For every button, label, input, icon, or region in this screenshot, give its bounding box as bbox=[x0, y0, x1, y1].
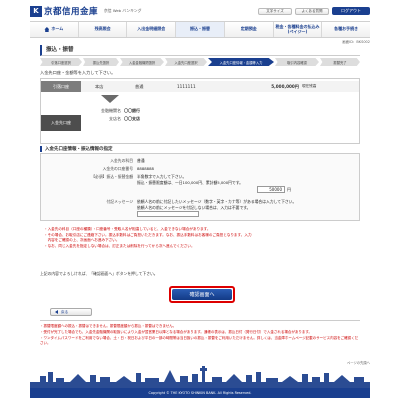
nav-item-label: ホーム bbox=[51, 26, 64, 32]
logout-button[interactable]: ログアウト bbox=[332, 7, 370, 15]
amount-key: 【必須】振込・振替金額 bbox=[91, 174, 133, 179]
caution-note: ・入金先の科目（口座の種類）・口座番号・受取人名が相違していると、入金できない場… bbox=[44, 227, 211, 231]
from-account-label: 引落口座 bbox=[41, 81, 81, 92]
caution-notes: ・入金先の科目（口座の種類）・口座番号・受取人名が相違していると、入金できない場… bbox=[44, 227, 360, 250]
from-balance: 5,000,000円 bbox=[271, 83, 299, 89]
account-number-row: 入金先の口座番号 8888888 bbox=[41, 166, 359, 172]
account-type-row: 入金先の科目 普通 bbox=[41, 158, 359, 164]
to-account-label: 入金先口座 bbox=[41, 115, 81, 131]
step-item: 振込先選択 bbox=[83, 58, 119, 66]
confirm-instruction: 上記の内容でよろしければ、「確認画面へ」ボタンを押して下さい。 bbox=[40, 271, 158, 276]
caution-note: ・なお、同じ入金先を指定しない場合は、訂正または削除を行ってから次へ進んでくださ… bbox=[44, 244, 195, 249]
branch-value: 〇〇支店 bbox=[124, 115, 140, 121]
bank-key: 金融機関名 bbox=[101, 108, 121, 113]
step-indicator: 引落口座選択 振込先選択 入金金融機関選択 入金先口座選択 入金先口座情報・金額… bbox=[40, 58, 360, 66]
amount-input[interactable]: 50000 bbox=[257, 186, 285, 194]
branch-key: 支店名 bbox=[109, 115, 121, 121]
bottom-note: ・振替限度額への振込・振替はできません。振替限度額から振込・振替はできません。 bbox=[40, 324, 177, 328]
from-type: 普通 bbox=[135, 83, 144, 89]
bottom-notes: ・振替限度額への振込・振替はできません。振替限度額から振込・振替はできません。 … bbox=[40, 320, 360, 347]
nav-item-payeasy[interactable]: 税金・各種料金の払込み (ペイジー) bbox=[274, 22, 323, 37]
confirm-button-label: 確認画面へ bbox=[172, 289, 232, 300]
page: K 京都信用金庫 京信 Web バンキング 文字サイズ よくある質問 ログアウト… bbox=[0, 0, 400, 406]
memo-row: 付記メッセージ 依頼人名の前に付記したいメッセージ（数字・英字・カナ等）がある場… bbox=[41, 199, 359, 219]
logo-subtitle: 京信 Web バンキング bbox=[104, 8, 142, 13]
memo-key: 付記メッセージ bbox=[106, 199, 133, 204]
step-item: 引落口座選択 bbox=[40, 58, 82, 66]
detail-form: 入金先の科目 普通 入金先の口座番号 8888888 【必須】振込・振替金額 半… bbox=[40, 153, 360, 221]
transfer-summary: 引落口座 本店 普通 1111111 5,000,000円 現在残高 入金先口座… bbox=[40, 78, 360, 144]
nav-item-transfer[interactable]: 振込・振替 bbox=[176, 22, 225, 37]
caution-note: 内容をご確認の上、次画面へお進み下さい。 bbox=[44, 238, 120, 243]
global-nav: ホーム 残高照会 入出金明細照会 振込・振替 定期預金 税金・各種料金の払込み … bbox=[30, 21, 370, 38]
amount-unit: 円 bbox=[287, 187, 291, 193]
account-number-key: 入金先の口座番号 bbox=[102, 166, 133, 171]
from-number: 1111111 bbox=[177, 84, 196, 89]
amount-row: 【必須】振込・振替金額 半角数字で入力して下さい。 振込・振替限度額は、一日10… bbox=[41, 174, 359, 194]
step-item-current: 入金先口座情報・金額等入力 bbox=[208, 58, 274, 66]
account-type-value: 普通 bbox=[137, 158, 145, 163]
step-item: 入金金融機関選択 bbox=[120, 58, 164, 66]
bottom-note: ・ワンタイムパスワードをご利用でない場合、土・日・祝日および平日の一部の時間帯は… bbox=[40, 335, 359, 345]
city-skyline-illustration bbox=[30, 366, 370, 388]
instruction-text: 入金先口座・金額等を入力して下さい。 bbox=[40, 70, 116, 75]
detail-section-title: 入金先口座情報・振込情報の指定 bbox=[40, 146, 360, 152]
home-icon bbox=[44, 27, 50, 32]
memo-input[interactable] bbox=[137, 211, 199, 218]
to-account-row: 入金先口座 金融機関名 〇〇銀行 支店名 〇〇支店 bbox=[41, 107, 359, 139]
nav-item-home[interactable]: ホーム bbox=[30, 22, 79, 37]
account-type-key: 入金先の科目 bbox=[110, 158, 133, 163]
page-title: 振込・振替 bbox=[40, 45, 360, 56]
amount-cell: 半角数字で入力して下さい。 振込・振替限度額は、一日100,000円、累計額5,… bbox=[137, 174, 359, 194]
bottom-note: ・受付が完了した場合でも、入金先金融機関の取扱いにより入金が翌営業日以降となる場… bbox=[40, 329, 313, 334]
arrow-down-icon bbox=[101, 95, 119, 103]
header-actions: 文字サイズ よくある質問 ログアウト bbox=[258, 7, 370, 15]
faq-button[interactable]: よくある質問 bbox=[295, 7, 329, 15]
font-size-button[interactable]: 文字サイズ bbox=[258, 7, 292, 15]
footer-copyright: Copyright © THE KYOTO SHINKIN BANK. All … bbox=[30, 388, 370, 398]
confirm-button[interactable]: 確認画面へ bbox=[169, 286, 235, 303]
back-button[interactable]: 戻る bbox=[50, 308, 92, 316]
nav-item-balance[interactable]: 残高照会 bbox=[79, 22, 128, 37]
memo-cell: 依頼人名の前に付記したいメッセージ（数字・英字・カナ等）がある場合は入力して下さ… bbox=[137, 199, 359, 219]
header: K 京都信用金庫 京信 Web バンキング 文字サイズ よくある質問 ログアウト bbox=[30, 4, 370, 18]
from-balance-note: 現在残高 bbox=[302, 84, 317, 88]
step-item: 振替完了 bbox=[320, 58, 360, 66]
logo-text[interactable]: 京都信用金庫 bbox=[44, 5, 98, 17]
bank-value: 〇〇銀行 bbox=[124, 108, 140, 113]
nav-item-deposit[interactable]: 定期預金 bbox=[225, 22, 274, 37]
logo-icon: K bbox=[30, 5, 42, 17]
nav-item-procedures[interactable]: 各種お手続き bbox=[322, 22, 370, 37]
to-account-info: 金融機関名 〇〇銀行 支店名 〇〇支店 bbox=[91, 107, 140, 139]
from-account-row: 引落口座 本店 普通 1111111 5,000,000円 現在残高 bbox=[41, 81, 359, 92]
nav-item-statement[interactable]: 入出金明細照会 bbox=[127, 22, 177, 37]
account-number-value: 8888888 bbox=[137, 166, 154, 171]
step-item: 取引内容確認 bbox=[275, 58, 319, 66]
step-item: 入金先口座選択 bbox=[165, 58, 207, 66]
from-branch: 本店 bbox=[95, 83, 104, 89]
